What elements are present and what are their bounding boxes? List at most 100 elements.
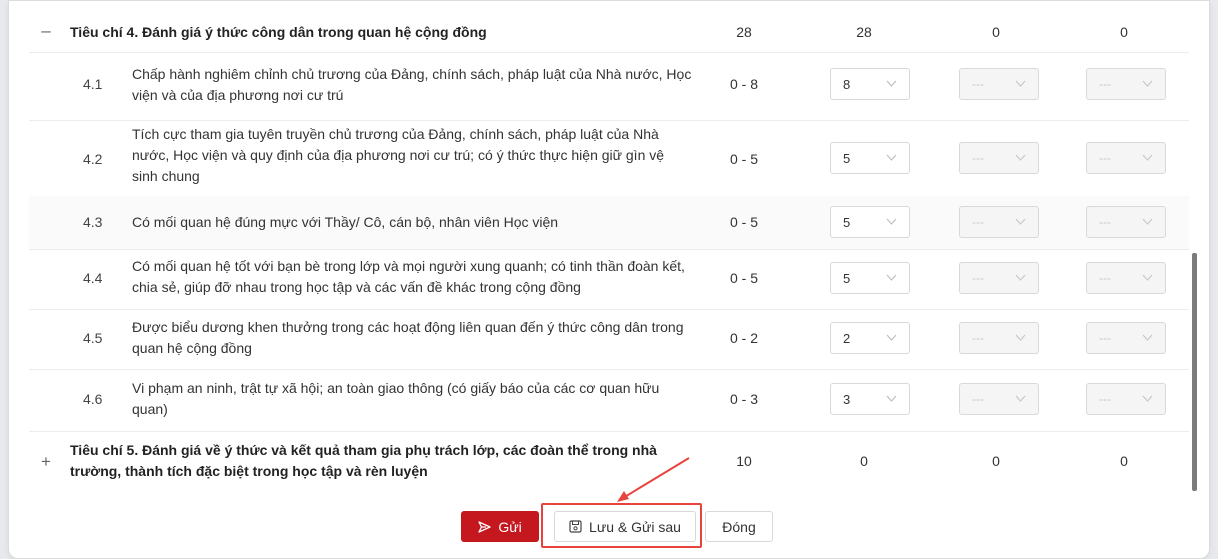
table-row: 4.6 Vi phạm an ninh, trật tự xã hội; an … (29, 369, 1189, 432)
item-text: Tích cực tham gia tuyên truyền chủ trươn… (132, 126, 665, 184)
chevron-down-icon (1015, 274, 1026, 281)
class-score-select: --- (959, 68, 1039, 100)
self-score-value: 5 (843, 151, 851, 166)
chevron-down-icon (1015, 218, 1026, 225)
table-row: 4.1 Chấp hành nghiêm chỉnh chủ trương củ… (29, 52, 1189, 121)
class-score-select: --- (959, 322, 1039, 354)
faculty-score-value: --- (1099, 271, 1111, 285)
criterion-5-self: 0 (860, 453, 868, 469)
class-score-value: --- (972, 77, 984, 91)
self-score-select[interactable]: 3 (830, 383, 910, 415)
faculty-score-value: --- (1099, 77, 1111, 91)
self-score-value: 5 (843, 271, 851, 286)
table-row: 4.2 Tích cực tham gia tuyên truyền chủ t… (29, 120, 1189, 197)
table-row: 4.3 Có mối quan hệ đúng mực với Thầy/ Cô… (29, 196, 1189, 250)
criterion-5-faculty: 0 (1120, 453, 1128, 469)
criterion-5-row: + Tiêu chí 5. Đánh giá về ý thức và kết … (29, 431, 1189, 491)
item-text: Được biểu dương khen thưởng trong các ho… (132, 319, 684, 356)
chevron-down-icon (1142, 218, 1153, 225)
chevron-down-icon (886, 154, 897, 161)
faculty-score-value: --- (1099, 151, 1111, 165)
class-score-value: --- (972, 215, 984, 229)
send-icon (478, 520, 491, 533)
faculty-score-value: --- (1099, 215, 1111, 229)
class-score-value: --- (972, 271, 984, 285)
close-button[interactable]: Đóng (705, 511, 773, 542)
class-score-select: --- (959, 383, 1039, 415)
item-number: 4.2 (83, 151, 103, 167)
class-score-select: --- (959, 206, 1039, 238)
chevron-down-icon (886, 80, 897, 87)
expand-icon[interactable]: + (39, 452, 53, 472)
collapse-icon[interactable]: – (39, 21, 53, 41)
class-score-value: --- (972, 151, 984, 165)
send-button-label: Gửi (498, 518, 522, 535)
save-icon (569, 520, 582, 533)
item-range: 0 - 5 (729, 151, 758, 167)
criterion-5-class: 0 (992, 453, 1000, 469)
close-button-label: Đóng (722, 518, 756, 535)
faculty-score-select: --- (1086, 322, 1166, 354)
item-number: 4.3 (83, 214, 103, 230)
criterion-4-max: 28 (736, 24, 752, 40)
item-range: 0 - 5 (729, 270, 758, 286)
evaluation-card: – Tiêu chí 4. Đánh giá ý thức công dân t… (8, 0, 1210, 559)
class-score-value: --- (972, 331, 984, 345)
item-range: 0 - 8 (729, 76, 758, 92)
chevron-down-icon (886, 274, 897, 281)
faculty-score-select: --- (1086, 262, 1166, 294)
chevron-down-icon (1015, 80, 1026, 87)
class-score-select: --- (959, 142, 1039, 174)
class-score-value: --- (972, 392, 984, 406)
chevron-down-icon (886, 218, 897, 225)
self-score-value: 3 (843, 392, 851, 407)
faculty-score-value: --- (1099, 331, 1111, 345)
chevron-down-icon (886, 334, 897, 341)
self-score-value: 8 (843, 77, 851, 92)
scrollbar-thumb[interactable] (1192, 253, 1197, 491)
self-score-select[interactable]: 5 (830, 262, 910, 294)
item-text: Vi phạm an ninh, trật tự xã hội; an toàn… (132, 380, 660, 417)
self-score-select[interactable]: 8 (830, 68, 910, 100)
faculty-score-value: --- (1099, 392, 1111, 406)
item-number: 4.1 (83, 76, 103, 92)
chevron-down-icon (1142, 154, 1153, 161)
item-text: Có mối quan hệ tốt với bạn bè trong lớp … (132, 258, 685, 295)
faculty-score-select: --- (1086, 383, 1166, 415)
table-row: 4.4 Có mối quan hệ tốt với bạn bè trong … (29, 249, 1189, 310)
chevron-down-icon (1142, 274, 1153, 281)
criterion-4-class: 0 (992, 24, 1000, 40)
self-score-value: 2 (843, 331, 851, 346)
self-score-select[interactable]: 5 (830, 142, 910, 174)
item-text: Chấp hành nghiêm chỉnh chủ trương của Đả… (132, 66, 692, 103)
criterion-4-self: 28 (856, 24, 872, 40)
save-and-send-later-button[interactable]: Lưu & Gửi sau (554, 511, 696, 542)
table-row: 4.5 Được biểu dương khen thưởng trong cá… (29, 309, 1189, 370)
item-text: Có mối quan hệ đúng mực với Thầy/ Cô, cá… (132, 214, 559, 230)
faculty-score-select: --- (1086, 206, 1166, 238)
chevron-down-icon (1142, 395, 1153, 402)
item-range: 0 - 3 (729, 391, 758, 407)
item-range: 0 - 5 (729, 214, 758, 230)
criterion-5-max: 10 (736, 453, 752, 469)
self-score-select[interactable]: 2 (830, 322, 910, 354)
chevron-down-icon (1015, 334, 1026, 341)
self-score-value: 5 (843, 215, 851, 230)
item-number: 4.6 (83, 391, 103, 407)
save-button-label: Lưu & Gửi sau (589, 518, 681, 535)
send-button[interactable]: Gửi (461, 511, 539, 542)
chevron-down-icon (886, 395, 897, 402)
criterion-4-title: Tiêu chí 4. Đánh giá ý thức công dân tro… (70, 24, 487, 40)
chevron-down-icon (1015, 395, 1026, 402)
annotation-arrow-icon (617, 457, 690, 502)
item-number: 4.5 (83, 330, 103, 346)
item-range: 0 - 2 (729, 330, 758, 346)
criterion-5-title: Tiêu chí 5. Đánh giá về ý thức và kết qu… (70, 442, 657, 479)
self-score-select[interactable]: 5 (830, 206, 910, 238)
item-number: 4.4 (83, 270, 103, 286)
chevron-down-icon (1015, 154, 1026, 161)
criterion-4-row: – Tiêu chí 4. Đánh giá ý thức công dân t… (29, 11, 1189, 53)
chevron-down-icon (1142, 80, 1153, 87)
class-score-select: --- (959, 262, 1039, 294)
faculty-score-select: --- (1086, 68, 1166, 100)
